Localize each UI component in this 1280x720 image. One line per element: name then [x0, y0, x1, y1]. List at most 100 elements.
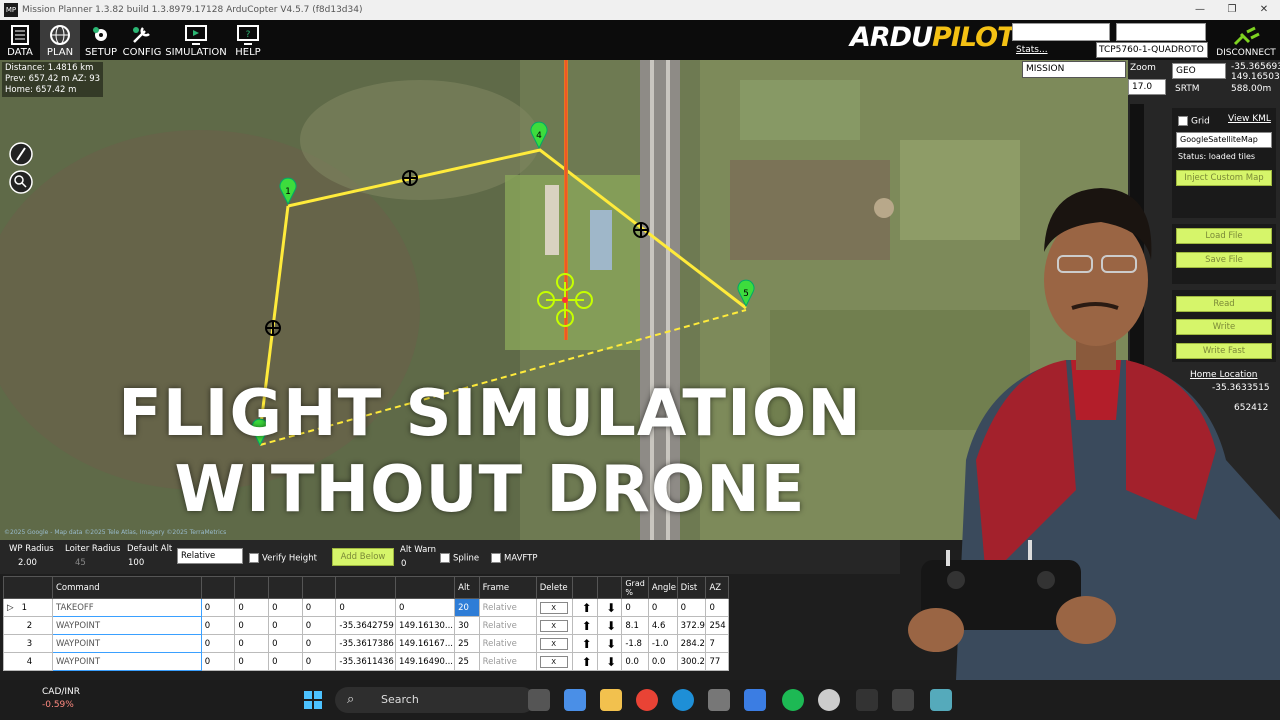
frame-cell[interactable]: Relative: [478, 634, 537, 653]
lat-cell[interactable]: -35.3611436: [335, 652, 396, 671]
app-icon-extra[interactable]: [930, 689, 952, 711]
port-select[interactable]: TCP5760-1-QUADROTO: [1096, 42, 1208, 58]
move-down-icon[interactable]: ⬇: [596, 616, 623, 635]
delete-cell[interactable]: X: [535, 634, 574, 653]
table-row[interactable]: 3 WAYPOINT 0 0 0 0 -35.3617386 149.16167…: [3, 634, 729, 653]
stats-link[interactable]: Stats...: [1016, 45, 1048, 55]
grid-checkbox[interactable]: Grid: [1178, 116, 1210, 127]
delete-cell[interactable]: X: [535, 616, 574, 635]
param4-cell[interactable]: 0: [301, 652, 337, 671]
command-cell[interactable]: WAYPOINT: [51, 652, 202, 671]
baud-box[interactable]: [1012, 23, 1110, 41]
delete-cell[interactable]: X: [535, 652, 574, 671]
frame-cell[interactable]: Relative: [478, 652, 537, 671]
delete-cell[interactable]: X: [535, 598, 574, 617]
command-cell[interactable]: WAYPOINT: [51, 634, 202, 653]
param2-cell[interactable]: 0: [234, 598, 270, 617]
param3-cell[interactable]: 0: [268, 634, 303, 653]
terminal-icon[interactable]: [856, 689, 878, 711]
spotify-icon[interactable]: [782, 689, 804, 711]
edge-icon[interactable]: [672, 689, 694, 711]
table-row[interactable]: 4 WAYPOINT 0 0 0 0 -35.3611436 149.16490…: [3, 652, 729, 671]
rate-box[interactable]: [1116, 23, 1206, 41]
lng-cell[interactable]: 149.16490...: [394, 652, 456, 671]
chrome-icon[interactable]: [636, 689, 658, 711]
minimize-button[interactable]: —: [1184, 0, 1216, 20]
spline-checkbox[interactable]: Spline: [440, 553, 479, 564]
close-button[interactable]: ✕: [1248, 0, 1280, 20]
mavftp-checkbox[interactable]: MAVFTP: [491, 553, 537, 564]
disconnect-button[interactable]: DISCONNECT: [1212, 20, 1280, 60]
verify-height-checkbox[interactable]: Verify Height: [249, 553, 317, 564]
menu-help[interactable]: ? HELP: [230, 20, 266, 60]
param3-cell[interactable]: 0: [268, 616, 303, 635]
param4-cell[interactable]: 0: [301, 598, 337, 617]
param3-cell[interactable]: 0: [268, 598, 303, 617]
param4-cell[interactable]: 0: [301, 634, 337, 653]
lat-cell[interactable]: -35.3642759: [335, 616, 396, 635]
store-icon[interactable]: [744, 689, 766, 711]
command-cell[interactable]: TAKEOFF: [51, 598, 202, 617]
lng-cell[interactable]: 149.16167...: [394, 634, 456, 653]
settings-icon[interactable]: [708, 689, 730, 711]
compass-icon[interactable]: [9, 142, 33, 166]
loiter-radius-input[interactable]: 45: [75, 558, 86, 568]
map-provider-select[interactable]: GoogleSatelliteMap: [1176, 132, 1272, 148]
delete-button[interactable]: X: [539, 601, 568, 614]
table-row[interactable]: 2 WAYPOINT 0 0 0 0 -35.3642759 149.16130…: [3, 616, 729, 635]
default-alt-input[interactable]: 100: [128, 558, 144, 568]
param2-cell[interactable]: 0: [234, 616, 270, 635]
param1-cell[interactable]: 0: [200, 634, 236, 653]
alt-warn-input[interactable]: 0: [401, 559, 406, 569]
menu-simulation[interactable]: SIMULATION: [165, 20, 227, 60]
move-up-icon[interactable]: ⬆: [572, 652, 598, 671]
move-up-icon[interactable]: ⬆: [572, 616, 598, 635]
menu-config[interactable]: CONFIG: [122, 20, 162, 60]
command-cell[interactable]: WAYPOINT: [51, 616, 202, 635]
param2-cell[interactable]: 0: [234, 634, 270, 653]
lng-cell[interactable]: 149.16130...: [394, 616, 456, 635]
param4-cell[interactable]: 0: [301, 616, 337, 635]
maximize-button[interactable]: ❐: [1216, 0, 1248, 20]
move-down-icon[interactable]: ⬇: [596, 598, 623, 617]
add-below-button[interactable]: Add Below: [332, 548, 394, 566]
move-down-icon[interactable]: ⬇: [596, 634, 623, 653]
altitude-frame-select[interactable]: Relative: [177, 548, 243, 564]
midpoint-marker[interactable]: [265, 320, 281, 336]
alt-cell[interactable]: 25: [454, 652, 480, 671]
github-icon[interactable]: [818, 689, 840, 711]
alt-cell[interactable]: 20: [454, 598, 480, 617]
lat-cell[interactable]: 0: [335, 598, 396, 617]
param1-cell[interactable]: 0: [200, 598, 236, 617]
lng-cell[interactable]: 0: [394, 598, 456, 617]
currency-widget[interactable]: CAD/INR -0.59%: [16, 686, 80, 712]
menu-data[interactable]: DATA: [2, 20, 38, 60]
alt-cell[interactable]: 30: [454, 616, 480, 635]
move-up-icon[interactable]: ⬆: [572, 598, 598, 617]
start-icon[interactable]: [302, 689, 324, 711]
menu-setup[interactable]: SETUP: [82, 20, 120, 60]
mission-planner-icon[interactable]: [892, 689, 914, 711]
table-row[interactable]: ▷ 1 TAKEOFF 0 0 0 0 0 0 20 Relative X ⬆ …: [3, 598, 729, 617]
file-explorer-icon[interactable]: [600, 689, 622, 711]
zoom-input[interactable]: 17.0: [1128, 79, 1166, 95]
move-up-icon[interactable]: ⬆: [572, 634, 598, 653]
coord-system-select[interactable]: GEO: [1172, 63, 1226, 79]
wp-radius-input[interactable]: 2.00: [18, 558, 37, 568]
copilot-icon[interactable]: [564, 689, 586, 711]
view-kml-link[interactable]: View KML: [1228, 114, 1271, 124]
task-view-icon[interactable]: [528, 689, 550, 711]
param2-cell[interactable]: 0: [234, 652, 270, 671]
param3-cell[interactable]: 0: [268, 652, 303, 671]
alt-cell[interactable]: 25: [454, 634, 480, 653]
delete-button[interactable]: X: [539, 619, 568, 632]
menu-plan[interactable]: PLAN: [40, 20, 80, 60]
param1-cell[interactable]: 0: [200, 652, 236, 671]
param1-cell[interactable]: 0: [200, 616, 236, 635]
frame-cell[interactable]: Relative: [478, 598, 537, 617]
lat-cell[interactable]: -35.3617386: [335, 634, 396, 653]
delete-button[interactable]: X: [539, 637, 568, 650]
midpoint-marker[interactable]: [402, 170, 418, 186]
delete-button[interactable]: X: [539, 655, 568, 668]
taskbar-search[interactable]: ⌕ Search: [335, 687, 535, 713]
